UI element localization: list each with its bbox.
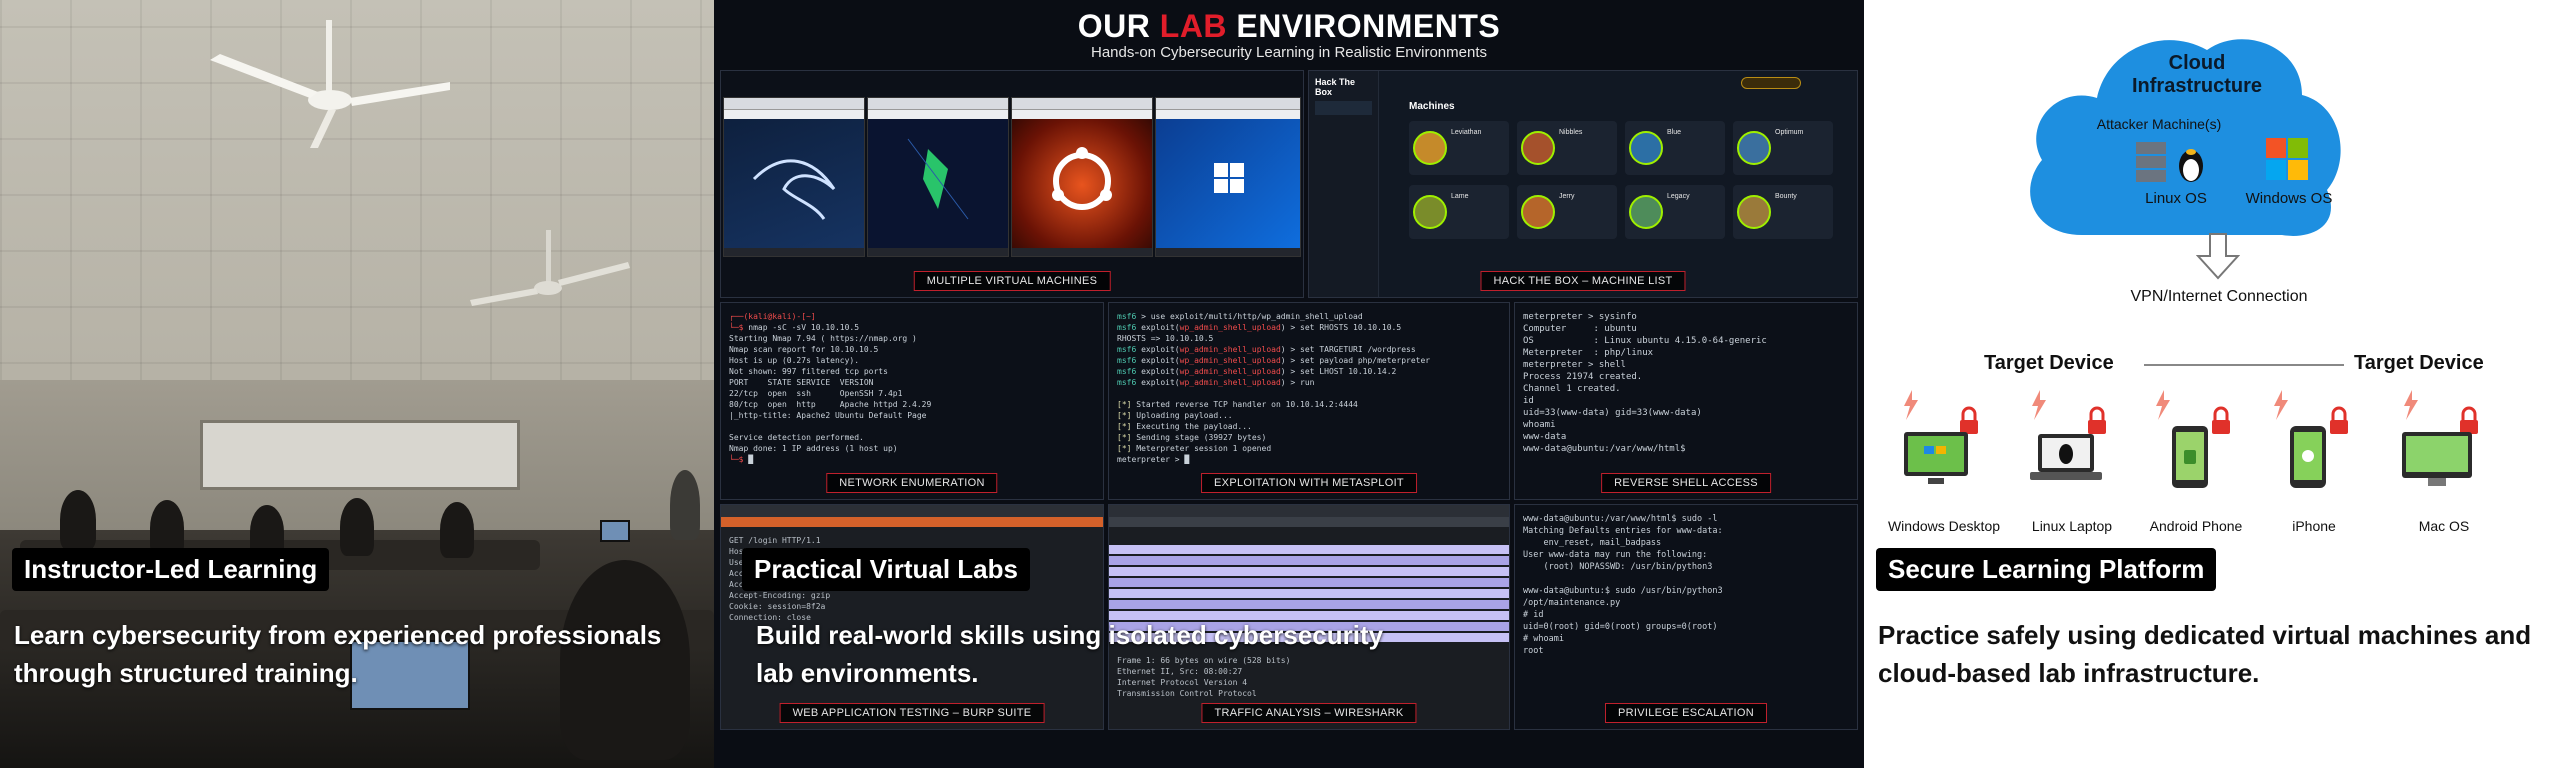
ceiling-fan-icon	[470, 230, 630, 306]
vm-window-windows	[1155, 97, 1301, 257]
attacker-label: Attacker Machine(s)	[2096, 116, 2222, 132]
device-label: Windows Desktop	[1887, 518, 2001, 534]
vm-window-ubuntu	[1011, 97, 1153, 257]
tile-reverse-shell: meterpreter > sysinfo Computer : ubuntu …	[1514, 302, 1858, 500]
machine-name: Jerry	[1559, 193, 1575, 200]
machine-name: Optimum	[1775, 129, 1804, 136]
lab-title: OUR LAB ENVIRONMENTS	[1077, 8, 1501, 44]
instructor-caption: Learn cybersecurity from experienced pro…	[14, 620, 662, 688]
caption-metasploit: EXPLOITATION WITH METASPLOIT	[1201, 473, 1417, 493]
caption-privilege-escalation: PRIVILEGE ESCALATION	[1604, 703, 1768, 723]
machine-avatar-icon	[1629, 131, 1663, 165]
htb-machine-card[interactable]: Lame	[1409, 185, 1509, 239]
caption-virtual-machines: MULTIPLE VIRTUAL MACHINES	[913, 271, 1111, 291]
linux-os-label: Linux OS	[2145, 190, 2207, 207]
reverse-shell-terminal: meterpreter > sysinfo Computer : ubuntu …	[1523, 312, 1767, 454]
machine-avatar-icon	[1737, 195, 1771, 229]
packet-row[interactable]	[1109, 589, 1509, 599]
htb-machine-card[interactable]: Blue	[1625, 121, 1725, 175]
device-label: iPhone	[2292, 518, 2336, 534]
ubuntu-logo-icon	[1052, 147, 1112, 210]
instructor	[670, 470, 700, 540]
windows-logo-icon	[2266, 138, 2308, 180]
lab-subtitle: Hands-on Cybersecurity Learning in Reali…	[1090, 44, 1487, 61]
platform-caption: Practice safely using dedicated virtual …	[1878, 620, 2532, 688]
instructor-badge: Instructor-Led Learning	[12, 548, 330, 591]
machine-name: Legacy	[1667, 193, 1690, 200]
desktop-icon	[1904, 390, 1978, 484]
htb-machine-card[interactable]: Bounty	[1733, 185, 1833, 239]
whiteboard	[200, 420, 520, 490]
htb-section-title: Machines	[1409, 101, 1455, 112]
tile-network-enumeration: ┌──(kali@kali)-[~] └─$ nmap -sC -sV 10.1…	[720, 302, 1104, 500]
packet-row[interactable]	[1109, 545, 1509, 555]
tile-hack-the-box: Hack The Box Machines Leviathan Nibbles Bl…	[1308, 70, 1858, 298]
machine-avatar-icon	[1413, 195, 1447, 229]
connection-label: VPN/Internet Connection	[2130, 288, 2308, 305]
packet-row[interactable]	[1109, 600, 1509, 610]
htb-machine-card[interactable]: Legacy	[1625, 185, 1725, 239]
android-phone-icon	[2156, 390, 2230, 488]
tile-virtual-machines: MULTIPLE VIRTUAL MACHINES	[720, 70, 1304, 298]
windows-logo-icon	[1214, 163, 1244, 193]
htb-sidebar: Hack The Box	[1309, 71, 1379, 297]
htb-machine-card[interactable]: Optimum	[1733, 121, 1833, 175]
machine-name: Nibbles	[1559, 129, 1583, 136]
labs-badge: Practical Virtual Labs	[742, 548, 1030, 591]
caption-reverse-shell: REVERSE SHELL ACCESS	[1601, 473, 1771, 493]
device-label: Linux Laptop	[2031, 518, 2113, 534]
vm-window-parrot	[867, 97, 1009, 257]
monitor-screen	[600, 520, 630, 542]
tile-metasploit: msf6 > use exploit/multi/http/wp_admin_s…	[1108, 302, 1510, 500]
machine-avatar-icon	[1521, 195, 1555, 229]
student	[340, 498, 374, 556]
student	[60, 490, 96, 550]
machine-avatar-icon	[1737, 131, 1771, 165]
student	[440, 502, 474, 558]
htb-machine-card[interactable]: Jerry	[1517, 185, 1617, 239]
laptop-icon	[2030, 390, 2106, 480]
caption-burp-suite: WEB APPLICATION TESTING – BURP SUITE	[779, 703, 1045, 723]
caption-network-enumeration: NETWORK ENUMERATION	[826, 473, 998, 493]
packet-row[interactable]	[1109, 567, 1509, 577]
linux-server-icon	[2136, 142, 2203, 182]
machine-name: Blue	[1667, 129, 1682, 136]
target-divider	[2144, 364, 2344, 366]
machine-avatar-icon	[1629, 195, 1663, 229]
parrot-logo-icon	[907, 138, 969, 220]
cloud-title: Cloud Infrastructure	[2132, 52, 2263, 97]
platform-badge: Secure Learning Platform	[1876, 548, 2217, 591]
vm-window-kali	[723, 97, 865, 257]
iphone-icon	[2274, 390, 2348, 488]
kali-dragon-icon	[752, 159, 836, 220]
machine-name: Lame	[1451, 193, 1469, 200]
mac-monitor-icon	[2402, 390, 2478, 486]
htb-machine-card[interactable]: Leviathan	[1409, 121, 1509, 175]
tile-privilege-escalation: www-data@ubuntu:/var/www/html$ sudo -l M…	[1514, 504, 1858, 730]
machine-avatar-icon	[1521, 131, 1555, 165]
caption-wireshark: TRAFFIC ANALYSIS – WIRESHARK	[1201, 703, 1417, 723]
machine-avatar-icon	[1413, 131, 1447, 165]
device-label: Mac OS	[2418, 518, 2470, 534]
htb-machine-card[interactable]: Nibbles	[1517, 121, 1617, 175]
target-device-label-right: Target Device	[2354, 352, 2484, 374]
nmap-terminal: ┌──(kali@kali)-[~] └─$ nmap -sC -sV 10.1…	[729, 312, 932, 464]
burp-toolbar	[721, 517, 1103, 527]
machine-name: Leviathan	[1451, 129, 1482, 136]
windows-os-label: Windows OS	[2245, 190, 2333, 207]
htb-upgrade-button[interactable]	[1741, 77, 1801, 89]
packet-row[interactable]	[1109, 556, 1509, 566]
caption-hack-the-box: HACK THE BOX – MACHINE LIST	[1480, 271, 1686, 291]
machine-name: Bounty	[1775, 193, 1797, 200]
metasploit-terminal: msf6 > use exploit/multi/http/wp_admin_s…	[1117, 312, 1431, 464]
labs-caption: Build real-world skills using isolated c…	[756, 620, 1384, 688]
target-device-label-left: Target Device	[1984, 352, 2114, 374]
packet-row[interactable]	[1109, 578, 1509, 588]
privesc-terminal: www-data@ubuntu:/var/www/html$ sudo -l M…	[1523, 514, 1723, 656]
ceiling-fan-icon	[210, 20, 450, 148]
down-arrow-icon	[2196, 233, 2240, 280]
